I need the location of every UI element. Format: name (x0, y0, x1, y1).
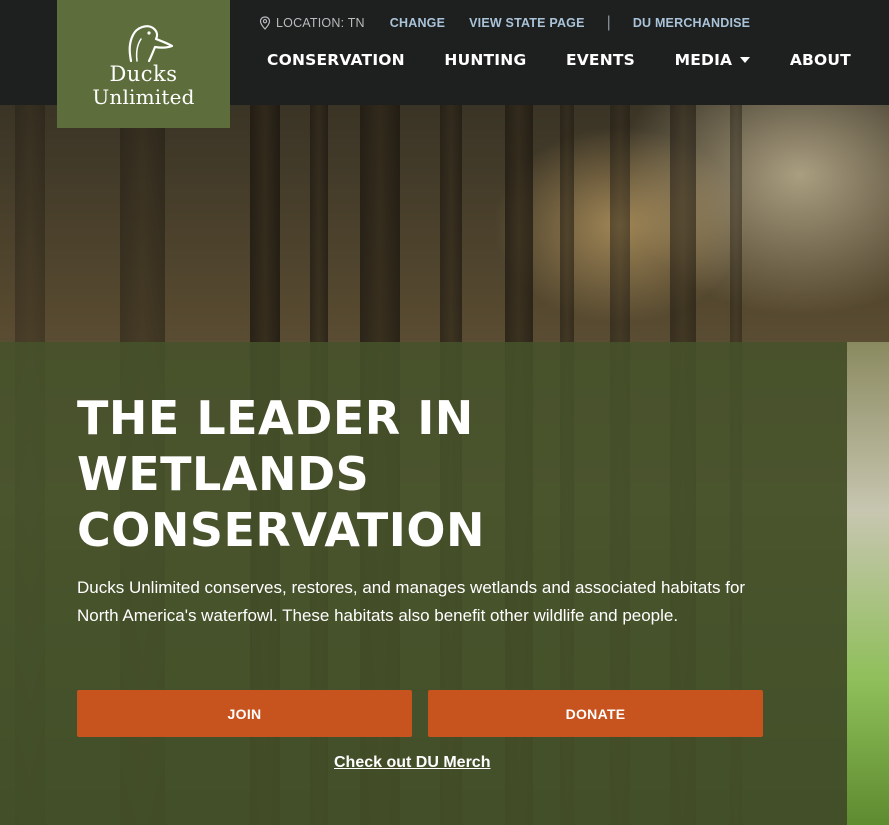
donate-button[interactable]: DONATE (428, 690, 763, 737)
logo-word-unlimited: Unlimited (92, 84, 195, 109)
du-merchandise-link[interactable]: DU MERCHANDISE (633, 16, 750, 30)
nav-hunting[interactable]: HUNTING (444, 51, 526, 69)
nav-about[interactable]: ABOUT (790, 51, 851, 69)
caret-down-icon (740, 57, 751, 63)
duck-head-icon (128, 24, 173, 62)
view-state-page-link[interactable]: VIEW STATE PAGE (469, 16, 585, 30)
ducks-unlimited-logo[interactable]: Ducks Unlimited (57, 0, 230, 128)
nav-conservation[interactable]: CONSERVATION (267, 51, 405, 69)
location-text: LOCATION: TN (276, 16, 365, 30)
map-pin-icon (259, 16, 271, 30)
nav-events[interactable]: EVENTS (566, 51, 635, 69)
main-nav: CONSERVATION HUNTING EVENTS MEDIA ABOUT (267, 48, 851, 72)
change-location-link[interactable]: CHANGE (390, 16, 445, 30)
location-indicator: LOCATION: TN (259, 16, 365, 30)
utility-bar: LOCATION: TN CHANGE VIEW STATE PAGE | DU… (259, 14, 750, 31)
hero-headline: THE LEADER IN WETLANDS CONSERVATION (77, 391, 485, 557)
nav-media-label: MEDIA (674, 51, 733, 69)
logo-word-ducks: Ducks (109, 61, 178, 86)
hero-description: Ducks Unlimited conserves, restores, and… (77, 578, 746, 625)
utility-separator: | (606, 14, 611, 31)
hero-background-edge (847, 342, 889, 825)
check-out-merch-link[interactable]: Check out DU Merch (334, 754, 490, 772)
join-button[interactable]: JOIN (77, 690, 412, 737)
nav-media[interactable]: MEDIA (675, 51, 751, 69)
